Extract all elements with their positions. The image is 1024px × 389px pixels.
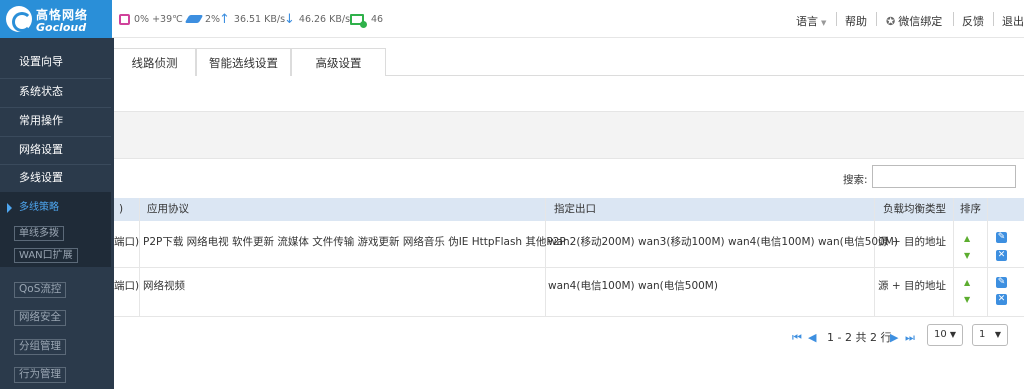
sidebar-item-system-status[interactable]: 系统状态 [0, 78, 111, 106]
upload-arrow-icon: ↑ [219, 11, 230, 27]
column-header-port: ) [119, 203, 124, 215]
cpu-stat: 0% +39℃ [119, 11, 183, 27]
divider [987, 198, 988, 316]
divider [114, 158, 1024, 159]
connections-stat: 46 [350, 11, 384, 28]
sidebar-subitem-single-line-dial[interactable]: 单线多拨 [14, 226, 64, 241]
divider [114, 267, 1024, 268]
chevron-down-icon: ▼ [949, 330, 956, 339]
divider [545, 198, 546, 316]
brand-logo[interactable]: 高恪网络 Gocloud [0, 0, 112, 38]
delete-icon[interactable]: ✕ [996, 250, 1007, 261]
download-stat: ↓ 46.26 KB/s [284, 11, 350, 27]
divider [953, 198, 954, 316]
chevron-down-icon: ▼ [821, 19, 827, 27]
submenu-multiline: 多线策略 单线多拨 WAN口扩展 [0, 192, 111, 267]
tab-line-detection[interactable]: 线路侦测 [114, 48, 196, 76]
language-menu[interactable]: 语言 ▼ [796, 13, 826, 29]
memory-stat: 2% [184, 11, 221, 27]
divider [836, 12, 837, 26]
download-arrow-icon: ↓ [284, 11, 295, 27]
divider [876, 12, 877, 26]
table-header: ) 应用协议 指定出口 负载均衡类型 排序 [114, 198, 1024, 221]
sidebar-item-behavior-management[interactable]: 行为管理 [14, 367, 66, 383]
row-protocol-cell: P2P下载 网络电视 软件更新 流媒体 文件传输 游戏更新 网络音乐 伪IE H… [143, 236, 566, 248]
divider [874, 198, 875, 316]
search-label: 搜索: [843, 174, 868, 186]
sidebar-item-network-settings[interactable]: 网络设置 [0, 136, 111, 164]
tab-advanced-settings[interactable]: 高级设置 [291, 48, 386, 76]
prev-page-icon[interactable]: ◀ [808, 331, 816, 344]
sidebar-item-network-security[interactable]: 网络安全 [14, 310, 66, 326]
pagination-info: 1 - 2 共 2 行 [827, 331, 892, 344]
feedback-link[interactable]: 反馈 [962, 13, 984, 29]
monitor-check-icon [350, 13, 367, 28]
row-port-cell: 端口) [114, 280, 140, 292]
top-bar: 高恪网络 Gocloud 0% +39℃ 2% ↑ 36.51 KB/s ↓ 4… [0, 0, 1024, 38]
page-number-select[interactable]: 1 ▼ [972, 324, 1008, 346]
upload-stat: ↑ 36.51 KB/s [219, 11, 285, 27]
download-value: 46.26 KB/s [298, 13, 351, 25]
chevron-down-icon: ▼ [994, 330, 1001, 339]
sidebar: 设置向导 系统状态 常用操作 网络设置 多线设置 多线策略 单线多拨 WAN口扩… [0, 38, 111, 389]
sidebar-item-setup-wizard[interactable]: 设置向导 [0, 48, 111, 76]
logout-link[interactable]: 退出 [1002, 13, 1024, 29]
row-port-cell: 端口) [114, 236, 140, 248]
move-up-icon[interactable] [964, 279, 972, 287]
divider [139, 198, 140, 316]
sidebar-subitem-wan-extend[interactable]: WAN口扩展 [14, 248, 78, 263]
column-header-protocol: 应用协议 [147, 203, 189, 215]
column-header-outlet: 指定出口 [554, 203, 596, 215]
filter-band [114, 112, 1024, 158]
tab-smart-line-settings[interactable]: 智能选线设置 [196, 48, 291, 76]
divider [993, 12, 994, 26]
search-input[interactable] [872, 165, 1016, 188]
sidebar-item-multiline-settings[interactable]: 多线设置 [0, 164, 111, 192]
page-size-select[interactable]: 10 ▼ [927, 324, 963, 346]
column-header-lb-type: 负载均衡类型 [883, 203, 946, 215]
sidebar-item-qos[interactable]: QoS流控 [14, 282, 67, 298]
sidebar-item-common-ops[interactable]: 常用操作 [0, 107, 111, 135]
memory-icon [184, 15, 204, 23]
wechat-icon: ✪ [886, 15, 896, 28]
cpu-value: 0% +39℃ [134, 13, 183, 25]
upload-value: 36.51 KB/s [233, 13, 286, 25]
row-outlet-cell: wan2(移动200M) wan3(移动100M) wan4(电信100M) w… [548, 236, 898, 248]
row-protocol-cell: 网络视频 [143, 280, 185, 292]
row-outlet-cell: wan4(电信100M) wan(电信500M) [548, 280, 718, 292]
row-lb-type-cell: 源 + 目的地址 [878, 236, 946, 248]
memory-value: 2% [205, 13, 221, 25]
move-up-icon[interactable] [964, 235, 972, 243]
first-page-icon[interactable]: ⏮ [792, 331, 802, 345]
sidebar-item-group-management[interactable]: 分组管理 [14, 339, 66, 355]
divider [114, 316, 1024, 317]
move-down-icon[interactable] [964, 252, 972, 260]
last-page-icon[interactable]: ⏭ [905, 331, 915, 345]
delete-icon[interactable]: ✕ [996, 294, 1007, 305]
wechat-bind-link[interactable]: ✪ 微信绑定 [886, 13, 942, 29]
tab-bar: 线路侦测 智能选线设置 高级设置 [114, 48, 1024, 76]
column-header-order: 排序 [960, 203, 981, 215]
cpu-icon [119, 13, 130, 25]
move-down-icon[interactable] [964, 296, 972, 304]
main-content: 线路侦测 智能选线设置 高级设置 搜索: ) 应用协议 指定出口 负载均衡类型 … [111, 38, 1024, 389]
gocloud-logo-icon [6, 6, 32, 32]
divider [953, 12, 954, 26]
next-page-icon[interactable]: ▶ [890, 331, 898, 344]
sidebar-subitem-multiline-policy[interactable]: 多线策略 [0, 194, 111, 222]
row-lb-type-cell: 源 + 目的地址 [878, 280, 946, 292]
help-link[interactable]: 帮助 [845, 13, 867, 29]
connections-value: 46 [371, 13, 384, 25]
edit-icon[interactable]: ✎ [996, 232, 1007, 243]
brand-name-en: Gocloud [36, 21, 87, 34]
edit-icon[interactable]: ✎ [996, 277, 1007, 288]
